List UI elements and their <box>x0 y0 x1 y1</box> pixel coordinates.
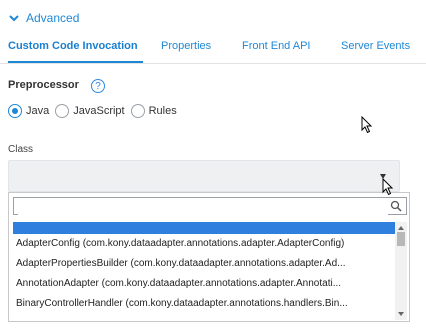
mouse-pointer-icon <box>361 116 373 134</box>
preprocessor-label: Preprocessor <box>8 79 79 91</box>
search-icon <box>390 200 402 212</box>
preprocessor-radio-group: Java JavaScript Rules <box>8 104 183 118</box>
dropdown-scrollbar[interactable] <box>395 222 407 320</box>
tabs-divider <box>0 63 426 64</box>
radio-javascript[interactable] <box>55 104 70 118</box>
dropdown-option[interactable]: AdapterPropertiesBuilder (com.kony.dataa… <box>13 254 395 274</box>
scroll-down-arrow-icon[interactable] <box>398 312 404 316</box>
dropdown-search-field[interactable] <box>13 197 407 215</box>
section-title: Advanced <box>26 11 80 25</box>
chevron-down-icon <box>9 15 19 22</box>
dropdown-option[interactable]: AdapterConfig (com.kony.dataadapter.anno… <box>13 234 395 254</box>
dropdown-option[interactable]: AnnotationAdapter (com.kony.dataadapter.… <box>13 274 395 294</box>
class-select[interactable] <box>8 160 400 192</box>
dropdown-option[interactable]: BinaryControllerHandler (com.kony.dataad… <box>13 294 395 314</box>
tab-front-end-api[interactable]: Front End API <box>242 40 310 52</box>
tab-custom-code-invocation[interactable]: Custom Code Invocation <box>8 40 138 52</box>
dropdown-options-list: AdapterConfig (com.kony.dataadapter.anno… <box>13 222 395 320</box>
dropdown-option-empty[interactable] <box>13 222 395 234</box>
dropdown-search-input[interactable] <box>18 201 388 215</box>
scroll-up-arrow-icon[interactable] <box>398 226 404 230</box>
mouse-pointer-icon <box>382 178 394 196</box>
scrollbar-thumb[interactable] <box>397 232 405 246</box>
advanced-section-toggle[interactable]: Advanced <box>8 10 79 26</box>
class-dropdown: AdapterConfig (com.kony.dataadapter.anno… <box>8 192 410 322</box>
radio-java-label: Java <box>26 105 50 117</box>
radio-rules[interactable] <box>130 104 145 118</box>
tab-server-events[interactable]: Server Events <box>341 40 410 52</box>
class-label: Class <box>8 144 34 155</box>
tab-bar: Custom Code Invocation Properties Front … <box>0 30 426 66</box>
tab-properties[interactable]: Properties <box>161 40 211 52</box>
radio-javascript-label: JavaScript <box>73 105 125 117</box>
help-icon[interactable]: ? <box>91 79 105 93</box>
radio-rules-label: Rules <box>148 105 177 117</box>
radio-java[interactable] <box>8 104 22 118</box>
